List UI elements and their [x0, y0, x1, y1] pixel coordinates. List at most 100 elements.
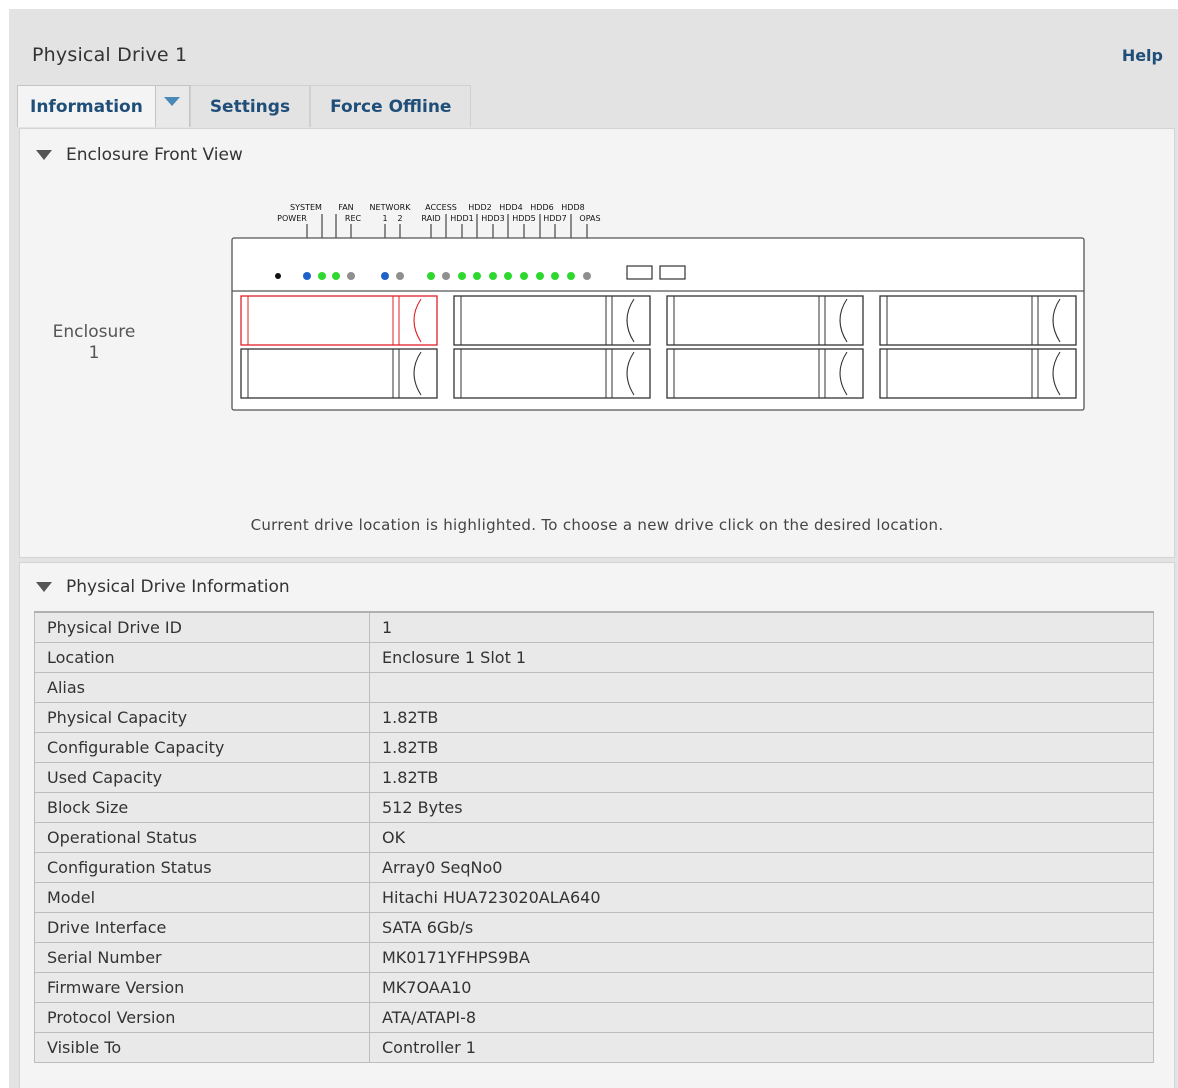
hdd6-led-icon — [536, 272, 544, 280]
table-row: Location Enclosure 1 Slot 1 — [34, 641, 1154, 673]
row-label: Model — [34, 881, 370, 913]
power-button-icon[interactable] — [275, 273, 281, 279]
drive-bay-slot-2[interactable] — [453, 295, 651, 346]
usb-port-icon — [626, 265, 653, 280]
drive-bay-slot-8[interactable] — [879, 348, 1077, 399]
enclosure-front-view-header[interactable]: Enclosure Front View — [36, 145, 243, 165]
table-row: Firmware Version MK7OAA10 — [34, 971, 1154, 1003]
network-1-led-icon — [381, 272, 389, 280]
enclosure-label: Enclosure 1 — [52, 322, 136, 363]
row-label: Drive Interface — [34, 911, 370, 943]
table-row: Configuration Status Array0 SeqNo0 — [34, 851, 1154, 883]
drive-bay-slot-5[interactable] — [240, 348, 438, 399]
row-label: Configurable Capacity — [34, 731, 370, 763]
tab-dropdown-button[interactable] — [155, 85, 190, 127]
tab-settings[interactable]: Settings — [189, 85, 311, 127]
table-row: Physical Drive ID 1 — [34, 611, 1154, 643]
row-label: Operational Status — [34, 821, 370, 853]
tab-information[interactable]: Information — [17, 85, 156, 127]
row-value: OK — [369, 821, 1154, 853]
row-label: Serial Number — [34, 941, 370, 973]
table-row: Operational Status OK — [34, 821, 1154, 853]
hdd4-led-icon — [504, 272, 512, 280]
drive-bay-slot-3[interactable] — [666, 295, 864, 346]
row-value: MK7OAA10 — [369, 971, 1154, 1003]
indicator-label: FAN — [338, 203, 353, 212]
row-label: Configuration Status — [34, 851, 370, 883]
collapse-icon — [36, 150, 52, 160]
indicator-label: HDD3 — [481, 214, 504, 223]
row-value: 512 Bytes — [369, 791, 1154, 823]
row-value: Enclosure 1 Slot 1 — [369, 641, 1154, 673]
drive-info-table: Physical Drive ID 1 Location Enclosure 1 S… — [34, 611, 1154, 1063]
drive-bay-slot-6[interactable] — [453, 348, 651, 399]
indicator-label: POWER — [277, 214, 307, 223]
table-row: Physical Capacity 1.82TB — [34, 701, 1154, 733]
opas-led-icon — [583, 272, 591, 280]
table-row: Visible To Controller 1 — [34, 1031, 1154, 1063]
table-row: Configurable Capacity 1.82TB — [34, 731, 1154, 763]
tab-force-offline[interactable]: Force Offline — [310, 85, 472, 127]
hdd3-led-icon — [489, 272, 497, 280]
table-row: Model Hitachi HUA723020ALA640 — [34, 881, 1154, 913]
rec-led-icon — [347, 272, 355, 280]
indicator-label: 2 — [397, 214, 402, 223]
chevron-down-icon — [164, 97, 181, 106]
indicator-label: HDD7 — [543, 214, 566, 223]
row-label: Physical Drive ID — [34, 611, 370, 643]
row-label: Protocol Version — [34, 1001, 370, 1033]
section-title: Physical Drive Information — [66, 577, 290, 597]
physical-drive-information-header[interactable]: Physical Drive Information — [36, 577, 290, 597]
hint-text: Current drive location is highlighted. T… — [250, 516, 944, 534]
row-value: Controller 1 — [369, 1031, 1154, 1063]
row-label: Used Capacity — [34, 761, 370, 793]
collapse-icon — [36, 582, 52, 592]
indicator-label: HDD2 — [468, 203, 491, 212]
section-title: Enclosure Front View — [66, 145, 243, 165]
indicator-label: OPAS — [579, 214, 600, 223]
row-label: Block Size — [34, 791, 370, 823]
table-row: Used Capacity 1.82TB — [34, 761, 1154, 793]
row-value: 1.82TB — [369, 761, 1154, 793]
indicator-label: NETWORK — [370, 203, 412, 212]
table-row: Alias — [34, 671, 1154, 703]
row-label: Firmware Version — [34, 971, 370, 1003]
drive-bay-slot-7[interactable] — [666, 348, 864, 399]
help-link[interactable]: Help — [1122, 46, 1163, 65]
row-value: Array0 SeqNo0 — [369, 851, 1154, 883]
row-value: 1.82TB — [369, 731, 1154, 763]
row-value: ATA/ATAPI-8 — [369, 1001, 1154, 1033]
row-label: Visible To — [34, 1031, 370, 1063]
row-value: Hitachi HUA723020ALA640 — [369, 881, 1154, 913]
enclosure-diagram: SYSTEM FAN NETWORK ACCESS HDD2 HDD4 HDD6 HDD8 PO… — [231, 203, 1085, 411]
indicator-label: HDD4 — [499, 203, 522, 212]
system-led-icon — [318, 272, 326, 280]
row-label: Alias — [34, 671, 370, 703]
enclosure-front-view-panel: Enclosure Front View Enclosure 1 SYSTEM F… — [19, 128, 1175, 558]
row-label: Location — [34, 641, 370, 673]
row-value — [369, 671, 1154, 703]
fan-led-icon — [332, 272, 340, 280]
tab-bar: Information Settings Force Offline — [17, 85, 472, 127]
drive-bay-slot-1[interactable] — [240, 295, 438, 346]
hdd1-led-icon — [458, 272, 466, 280]
table-row: Drive Interface SATA 6Gb/s — [34, 911, 1154, 943]
hdd7-led-icon — [551, 272, 559, 280]
indicator-label: HDD6 — [530, 203, 553, 212]
drive-bay-slot-4[interactable] — [879, 295, 1077, 346]
indicator-label: SYSTEM — [290, 203, 322, 212]
indicator-label: HDD8 — [561, 203, 584, 212]
hdd5-led-icon — [520, 272, 528, 280]
row-label: Physical Capacity — [34, 701, 370, 733]
row-value: MK0171YFHPS9BA — [369, 941, 1154, 973]
table-row: Serial Number MK0171YFHPS9BA — [34, 941, 1154, 973]
physical-drive-information-panel: Physical Drive Information Physical Driv… — [19, 562, 1175, 1088]
row-value: 1.82TB — [369, 701, 1154, 733]
hdd8-led-icon — [567, 272, 575, 280]
table-row: Block Size 512 Bytes — [34, 791, 1154, 823]
row-value: 1 — [369, 611, 1154, 643]
row-value: SATA 6Gb/s — [369, 911, 1154, 943]
page-title: Physical Drive 1 — [32, 44, 188, 66]
indicator-label: HDD5 — [512, 214, 535, 223]
usb-port-icon — [659, 265, 686, 280]
